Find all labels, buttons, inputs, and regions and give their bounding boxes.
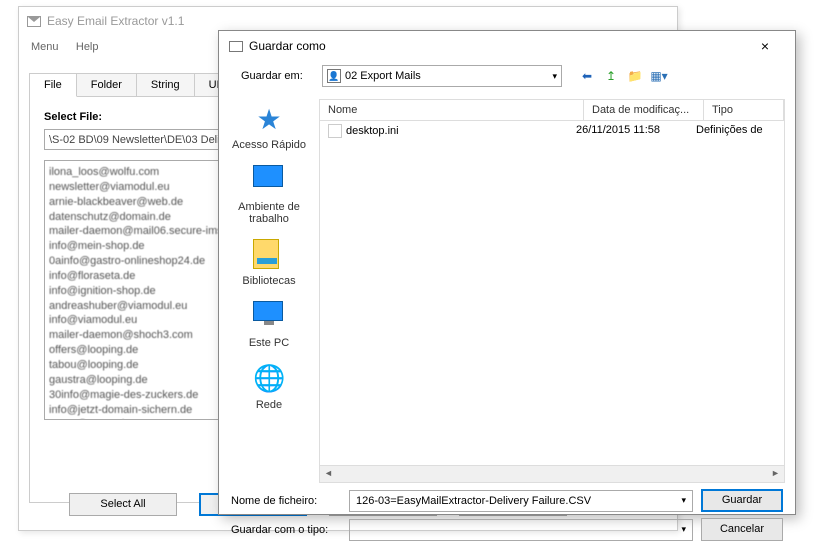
location-name: 02 Export Mails	[345, 70, 421, 82]
app-icon	[27, 16, 41, 27]
menu-help[interactable]: Help	[76, 41, 99, 53]
back-icon[interactable]: ⬅	[578, 67, 596, 85]
view-menu-icon[interactable]: ▦▾	[650, 67, 668, 85]
select-all-button[interactable]: Select All	[69, 493, 177, 516]
star-icon: ★	[253, 103, 285, 135]
file-list-header: Nome Data de modificaç... Tipo	[319, 99, 785, 121]
filename-value: 126-03=EasyMailExtractor-Delivery Failur…	[356, 495, 591, 507]
menu-menu[interactable]: Menu	[31, 41, 59, 53]
dialog-icon	[229, 41, 243, 52]
place-libraries-label: Bibliotecas	[242, 275, 295, 287]
network-icon: 🌐	[253, 363, 285, 395]
tab-file[interactable]: File	[30, 74, 77, 97]
chevron-down-icon: ▾	[681, 495, 686, 506]
dialog-footer: Nome de ficheiro: 126-03=EasyMailExtract…	[219, 483, 795, 553]
file-name: desktop.ini	[346, 125, 399, 137]
desktop-icon	[253, 165, 285, 197]
file-list[interactable]: desktop.ini 26/11/2015 11:58 Definições …	[319, 121, 785, 466]
place-network-label: Rede	[253, 399, 285, 411]
app-title: Easy Email Extractor v1.1	[47, 14, 184, 28]
col-date[interactable]: Data de modificaç...	[584, 100, 704, 120]
place-this-pc[interactable]: Este PC	[249, 301, 289, 349]
pc-icon	[253, 301, 285, 333]
place-quick-access[interactable]: ★ Acesso Rápido	[232, 103, 306, 151]
up-icon[interactable]: ↥	[602, 67, 620, 85]
place-pc-label: Este PC	[249, 337, 289, 349]
chevron-down-icon: ▾	[552, 71, 557, 82]
scroll-right-icon[interactable]: ►	[767, 466, 784, 482]
file-icon	[328, 124, 342, 138]
place-quick-label: Acesso Rápido	[232, 139, 306, 151]
file-row[interactable]: desktop.ini 26/11/2015 11:58 Definições …	[320, 121, 784, 141]
place-network[interactable]: 🌐 Rede	[253, 363, 285, 411]
scroll-left-icon[interactable]: ◄	[320, 466, 337, 482]
tab-string[interactable]: String	[137, 74, 195, 97]
location-combo[interactable]: 👤 02 Export Mails ▾	[322, 65, 562, 87]
scroll-track[interactable]	[337, 466, 767, 482]
file-type: Definições de	[696, 124, 776, 138]
close-button[interactable]: ×	[745, 38, 785, 54]
nav-icons: ⬅ ↥ 📁 ▦▾	[578, 67, 668, 85]
cancel-button[interactable]: Cancelar	[701, 518, 783, 541]
dialog-titlebar: Guardar como ×	[219, 31, 795, 61]
place-libraries[interactable]: Bibliotecas	[242, 239, 295, 287]
col-name[interactable]: Nome	[320, 100, 584, 120]
save-button[interactable]: Guardar	[701, 489, 783, 512]
filename-label: Nome de ficheiro:	[231, 495, 341, 507]
dialog-body: ★ Acesso Rápido Ambiente de trabalho Bib…	[219, 93, 795, 483]
person-icon: 👤	[327, 69, 341, 83]
h-scrollbar[interactable]: ◄ ►	[319, 466, 785, 483]
chevron-down-icon: ▾	[681, 524, 686, 535]
save-in-label: Guardar em:	[241, 70, 316, 82]
place-desktop-label: Ambiente de trabalho	[223, 201, 315, 225]
places-bar: ★ Acesso Rápido Ambiente de trabalho Bib…	[219, 93, 319, 483]
libraries-icon	[253, 239, 285, 271]
col-type[interactable]: Tipo	[704, 100, 784, 120]
filetype-combo[interactable]: ▾	[349, 519, 693, 541]
place-desktop[interactable]: Ambiente de trabalho	[223, 165, 315, 225]
save-as-dialog: Guardar como × Guardar em: 👤 02 Export M…	[218, 30, 796, 515]
filetype-label: Guardar com o tipo:	[231, 524, 341, 536]
location-bar: Guardar em: 👤 02 Export Mails ▾ ⬅ ↥ 📁 ▦▾	[219, 61, 795, 93]
new-folder-icon[interactable]: 📁	[626, 67, 644, 85]
filename-input[interactable]: 126-03=EasyMailExtractor-Delivery Failur…	[349, 490, 693, 512]
file-date: 26/11/2015 11:58	[576, 124, 696, 138]
file-area: Nome Data de modificaç... Tipo desktop.i…	[319, 93, 795, 483]
dialog-title: Guardar como	[249, 39, 745, 53]
tab-folder[interactable]: Folder	[77, 74, 137, 97]
